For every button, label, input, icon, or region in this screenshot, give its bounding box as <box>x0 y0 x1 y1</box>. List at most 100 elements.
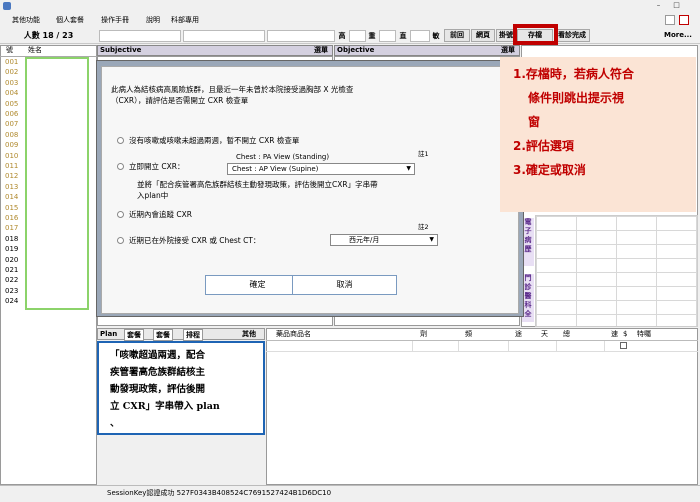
weight-field[interactable] <box>379 30 396 42</box>
patient-row-number[interactable]: 015 <box>5 204 25 213</box>
patient-info-field[interactable] <box>267 30 335 42</box>
subjective-menu[interactable]: 選單 <box>314 46 328 55</box>
patient-row-number[interactable]: 009 <box>5 141 25 150</box>
order-col-drug: 藥品商品名 <box>276 330 311 338</box>
menu-department[interactable]: 科部專用 <box>171 14 199 26</box>
minimize-icon[interactable]: – <box>654 1 663 10</box>
plan-tab-set2[interactable]: 套餐 <box>153 329 173 341</box>
order-col-route: 途 <box>515 330 522 338</box>
patient-row-number[interactable]: 002 <box>5 68 25 77</box>
patient-row-number[interactable]: 004 <box>5 89 25 98</box>
patient-row-number[interactable]: 008 <box>5 131 25 140</box>
plan-note-line2: 疾管署高危族群結核主 <box>110 367 206 378</box>
small-alert-button[interactable] <box>679 15 689 25</box>
option-follow-up-label: 近期內會追蹤 CXR <box>129 210 192 219</box>
order-col-note: 特囑 <box>637 330 651 338</box>
patient-row-number[interactable]: 022 <box>5 276 25 285</box>
external-date-select[interactable]: 西元年/月 ▼ <box>330 234 438 246</box>
small-toggle-button[interactable] <box>665 15 675 25</box>
patient-row-number[interactable]: 003 <box>5 79 25 88</box>
annotation-line4: 2.評估選項 <box>513 139 574 153</box>
cxr-view-select-value: Chest : AP View (Supine) <box>232 165 319 173</box>
patient-row-number[interactable]: 005 <box>5 100 25 109</box>
patient-row-number[interactable]: 006 <box>5 110 25 119</box>
order-checkbox[interactable] <box>620 342 627 349</box>
chevron-down-icon: ▼ <box>406 165 411 172</box>
order-table-rule <box>266 340 698 341</box>
menu-other-functions[interactable]: 其他功能 <box>12 14 40 26</box>
chevron-down-icon: ▼ <box>429 236 434 243</box>
patient-row-number[interactable]: 011 <box>5 162 25 171</box>
finish-visit-button[interactable]: 看診完成 <box>554 29 590 42</box>
patient-name-field[interactable] <box>183 30 265 42</box>
order-cxr-desc-line1: 並將「配合疾管署高危族群結核主動發現政策，評估後開立CXR」字串帶 <box>137 180 378 189</box>
menu-manual[interactable]: 操作手冊 <box>101 14 129 26</box>
plan-tab-set1[interactable]: 套餐 <box>124 329 144 341</box>
session-status: SessionKey認證成功 527F0343B408524C769152742… <box>107 489 332 497</box>
patient-list-number-header: 號 <box>6 46 13 54</box>
option-order-cxr-radio[interactable] <box>117 163 124 170</box>
order-col-speed: 速 <box>611 330 618 338</box>
patient-row-number[interactable]: 017 <box>5 224 25 233</box>
webpage-button[interactable]: 網頁 <box>471 29 495 42</box>
option-no-cough-radio[interactable] <box>117 137 124 144</box>
cxr-view-select[interactable]: Chest : AP View (Supine) ▼ <box>227 163 415 175</box>
option-external-cxr-radio[interactable] <box>117 237 124 244</box>
patient-row-number[interactable]: 007 <box>5 120 25 129</box>
order-col-price: $ <box>623 330 628 338</box>
cxr-choice-pa[interactable]: Chest : PA View (Standing) <box>236 152 329 163</box>
patient-row-number[interactable]: 019 <box>5 245 25 254</box>
app-icon <box>3 2 11 10</box>
order-table-rule2 <box>266 351 698 352</box>
high-field[interactable] <box>349 30 366 42</box>
plan-tab-schedule[interactable]: 排程 <box>183 329 203 341</box>
patient-row-number[interactable]: 020 <box>5 256 25 265</box>
order-cxr-desc-line2: 入plan中 <box>137 191 169 200</box>
status-bar <box>0 485 700 502</box>
order-col-days: 天 <box>541 330 548 338</box>
annotation-line1: 1.存檔時，若病人符合 <box>513 67 634 81</box>
dialog-intro-line2: （CXR），請評估是否需開立 CXR 檢查單 <box>111 96 249 105</box>
patient-row-number[interactable]: 021 <box>5 266 25 275</box>
menu-help[interactable]: 說明 <box>146 14 160 26</box>
plan-header <box>97 328 265 340</box>
menu-personal-set[interactable]: 個人套餐 <box>56 14 84 26</box>
order-col-sep <box>412 341 413 351</box>
order-col-total: 總 <box>563 330 570 338</box>
patient-row-number[interactable]: 001 <box>5 58 25 67</box>
order-col-sep <box>458 341 459 351</box>
plan-note-line4: 立 CXR」字串帶入 plan <box>110 401 220 412</box>
order-col-sep <box>604 341 605 351</box>
cancel-button[interactable]: 取消 <box>292 275 397 295</box>
patient-list-name-header: 姓名 <box>28 46 42 54</box>
subjective-header: Subjective 選單 <box>97 45 333 56</box>
patient-row-number[interactable]: 010 <box>5 152 25 161</box>
plan-note-line1: 「咳嗽超過兩週，配合 <box>110 350 206 361</box>
option-follow-up-radio[interactable] <box>117 211 124 218</box>
patient-row-number[interactable]: 016 <box>5 214 25 223</box>
patient-count: 人數 18 / 23 <box>23 31 74 40</box>
right-grid <box>535 215 698 327</box>
patient-row-number[interactable]: 012 <box>5 172 25 181</box>
direct-field[interactable] <box>410 30 430 42</box>
more-button[interactable]: More... <box>664 30 692 40</box>
previous-visit-button[interactable]: 前回 <box>444 29 470 42</box>
subjective-title: Subjective <box>100 46 142 54</box>
patient-row-number[interactable]: 023 <box>5 287 25 296</box>
objective-menu[interactable]: 選單 <box>501 46 515 55</box>
patient-row-number[interactable]: 024 <box>5 297 25 306</box>
patient-row-number[interactable]: 014 <box>5 193 25 202</box>
external-date-value: 西元年/月 <box>349 236 380 244</box>
patient-row-number[interactable]: 018 <box>5 235 25 244</box>
patient-row-number[interactable]: 013 <box>5 183 25 192</box>
order-col-frequency: 頻 <box>465 330 472 338</box>
order-col-dose: 劑 <box>420 330 427 338</box>
order-col-sep <box>508 341 509 351</box>
plan-other[interactable]: 其他 <box>242 329 256 339</box>
label-weight: 重 <box>368 32 376 40</box>
maximize-icon[interactable]: □ <box>672 1 681 10</box>
objective-header: Objective 選單 <box>334 45 520 56</box>
title-bar <box>0 0 700 12</box>
patient-id-field[interactable] <box>99 30 181 42</box>
plan-label: Plan <box>100 330 118 338</box>
